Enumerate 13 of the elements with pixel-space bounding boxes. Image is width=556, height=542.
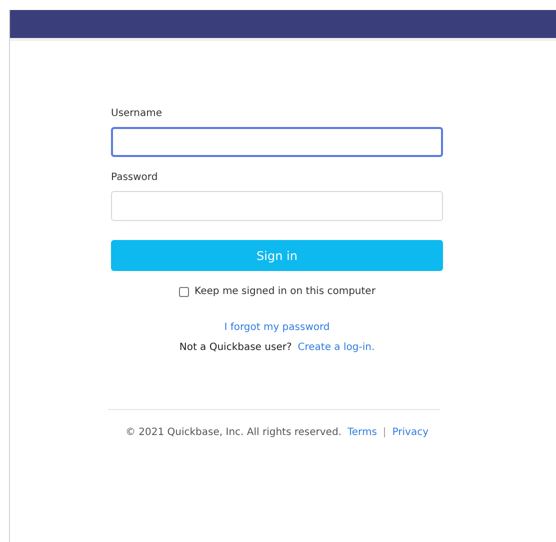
privacy-link[interactable]: Privacy: [392, 427, 429, 438]
separator: |: [382, 427, 386, 438]
terms-link[interactable]: Terms: [347, 427, 377, 438]
checkbox[interactable]: [178, 286, 189, 296]
signup-prompt: Not a Quickbase user?: [179, 342, 292, 353]
field-label: Username: [111, 108, 162, 119]
field-label: Password: [111, 172, 158, 183]
create-login-link[interactable]: Create a log-in.: [298, 342, 375, 353]
forgot-password-link[interactable]: I forgot my password: [224, 322, 330, 333]
copyright-text: © 2021 Quickbase, Inc. All rights reserved.: [125, 427, 342, 438]
input-field[interactable]: [111, 127, 443, 157]
sign-in-button[interactable]: Sign in: [111, 240, 443, 271]
checkbox-label: Keep me signed in on this computer: [194, 286, 376, 297]
